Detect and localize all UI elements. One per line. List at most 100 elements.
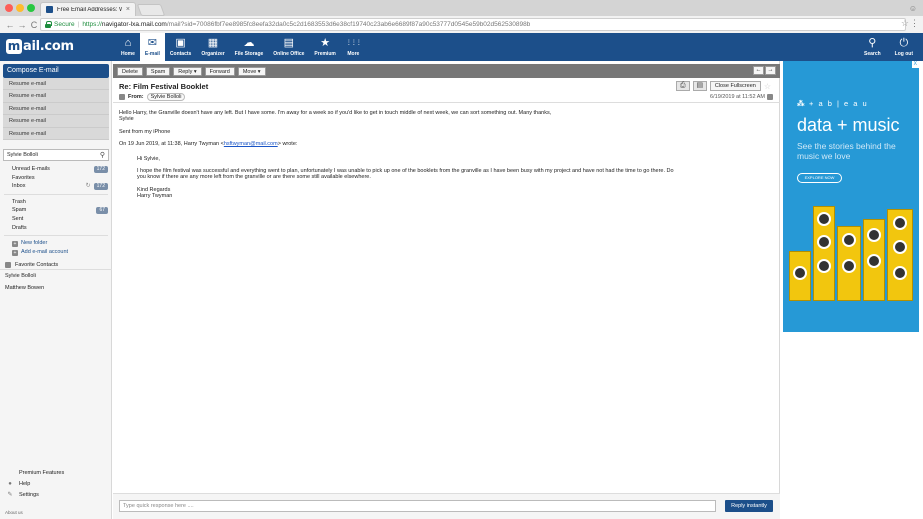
browser-toolbar: ← → C Secure | https://navigator-lxa.mai… <box>0 16 923 33</box>
ad-cta-button[interactable]: EXPLORE NOW <box>797 173 842 183</box>
favorite-contact[interactable]: Sylvie Bolloli <box>0 270 112 282</box>
mailcom-logo[interactable]: m ail.com <box>6 39 74 54</box>
add-account-label: Add e-mail account <box>21 249 69 256</box>
refresh-icon[interactable]: ↻ <box>86 182 91 191</box>
move-button[interactable]: Move ▾ <box>237 66 266 76</box>
tab-close-icon[interactable]: × <box>126 6 130 13</box>
favorite-contacts-header[interactable]: Favorite Contacts <box>0 260 112 271</box>
about-us-link[interactable]: About us <box>0 510 23 515</box>
speaker-graphic <box>789 251 811 301</box>
quick-reply-input[interactable]: Type quick response here .... <box>119 500 716 512</box>
back-arrow-icon[interactable]: ← <box>4 20 16 30</box>
window-close-button[interactable] <box>5 4 13 12</box>
folder-sent[interactable]: Sent <box>0 215 112 224</box>
nav-label: Search <box>863 51 881 57</box>
resume-email-item[interactable]: Resume e-mail <box>3 78 109 91</box>
delete-button[interactable]: Delete <box>117 66 143 76</box>
folder-divider <box>4 191 108 195</box>
spam-button[interactable]: Spam <box>145 66 171 76</box>
add-account-link[interactable]: + Add e-mail account <box>0 248 112 257</box>
browser-menu-icon[interactable]: ⋮ <box>910 18 919 29</box>
new-folder-link[interactable]: + New folder <box>0 239 112 248</box>
print-icon[interactable]: ⎙ <box>675 81 690 91</box>
help-label: Help <box>19 481 31 487</box>
reload-icon[interactable]: C <box>28 20 40 30</box>
folder-name: Inbox <box>12 183 26 190</box>
help-icon: ● <box>8 481 12 487</box>
unread-count-badge: 172 <box>93 166 108 173</box>
sender-email-link[interactable]: hsftwyman@mail.com <box>224 141 278 147</box>
folder-unread[interactable]: Unread E-mails 172 <box>0 165 112 174</box>
browser-chrome: Free Email Addresses: Web ba × ☺ ← → C S… <box>0 0 923 33</box>
contact-card-icon <box>119 94 125 100</box>
folder-spam[interactable]: Spam 67 <box>0 206 112 215</box>
compose-email-button[interactable]: Compose E-mail <box>3 64 109 78</box>
reply-button[interactable]: Reply ▾ <box>173 66 202 76</box>
search-icon: ⚲ <box>868 37 877 49</box>
inbox-count-badge: 172 <box>93 183 108 190</box>
nav-contacts[interactable]: ▣ Contacts <box>165 33 196 61</box>
folder-divider <box>4 232 108 237</box>
forward-button[interactable]: Forward <box>204 66 235 76</box>
folder-drafts[interactable]: Drafts <box>0 224 112 233</box>
speaker-cone <box>893 240 907 254</box>
advertisement[interactable]: X ⁂ + a b | e a u data + music See the st… <box>783 61 919 332</box>
ad-close-icon[interactable]: X <box>911 61 919 68</box>
window-minimize-button[interactable] <box>16 4 24 12</box>
logout-button[interactable]: ⏻ Log out <box>893 33 915 61</box>
sender-chip[interactable]: Sylvie Bolloli <box>146 93 186 101</box>
resume-email-item[interactable]: Resume e-mail <box>3 103 109 116</box>
nav-organizer[interactable]: ▦ Organizer <box>196 33 229 61</box>
bookmark-star-icon[interactable]: ☆ <box>901 18 909 29</box>
cloud-icon: ☁ <box>243 37 255 49</box>
nav-premium[interactable]: ★ Premium <box>309 33 340 61</box>
message-pager: ← → <box>753 66 776 75</box>
body-line: Hello Harry, the Granville doesn't have … <box>119 110 552 116</box>
premium-features-link[interactable]: Premium Features <box>0 468 112 479</box>
mail-search-input[interactable]: Sylvie Bolloli ⚲ <box>3 149 109 161</box>
speaker-cone <box>793 266 807 280</box>
folder-favorites[interactable]: Favorites <box>0 174 112 183</box>
next-message-icon[interactable]: → <box>765 66 776 75</box>
favorite-contact[interactable]: Matthew Bowen <box>0 282 112 294</box>
search-button[interactable]: ⚲ Search <box>862 33 883 61</box>
plus-icon: + <box>12 249 18 256</box>
url-path: /mail?sid=70086fbf7ee8985fc8eefa32da0c5c… <box>166 21 531 28</box>
profile-icon[interactable]: ☺ <box>909 4 917 13</box>
window-zoom-button[interactable] <box>27 4 35 12</box>
resume-drafts-list: Resume e-mail Resume e-mail Resume e-mai… <box>3 78 109 140</box>
folder-name: Unread E-mails <box>12 166 50 172</box>
new-tab-button[interactable] <box>136 4 166 16</box>
url-host: navigator-lxa.mail.com <box>101 21 167 28</box>
forward-arrow-icon[interactable]: → <box>16 20 28 30</box>
close-fullscreen-button[interactable]: Close Fullscreen <box>709 81 761 91</box>
nav-file-storage[interactable]: ☁ File Storage <box>230 33 269 61</box>
tableau-logo: ⁂ + a b | e a u <box>797 99 868 108</box>
save-icon[interactable]: ▤ <box>692 81 707 91</box>
resume-email-item[interactable]: Resume e-mail <box>3 90 109 103</box>
search-icon[interactable]: ⚲ <box>100 151 105 159</box>
nav-online-office[interactable]: ▤ Online Office <box>268 33 309 61</box>
address-bar[interactable]: Secure | https://navigator-lxa.mail.com/… <box>40 18 906 31</box>
nav-email[interactable]: ✉ E-mail <box>139 33 165 61</box>
folder-trash[interactable]: Trash <box>0 198 112 207</box>
nav-label: Premium <box>314 51 336 57</box>
browser-tab[interactable]: Free Email Addresses: Web ba × <box>40 2 136 16</box>
secure-label: Secure <box>54 21 75 28</box>
help-link[interactable]: ● Help <box>0 479 112 490</box>
favorite-star-icon[interactable]: ☆ <box>764 82 771 91</box>
prev-message-icon[interactable]: ← <box>753 66 764 75</box>
settings-link[interactable]: ✎ Settings <box>0 490 112 501</box>
speaker-graphic <box>863 219 885 301</box>
resume-email-item[interactable]: Resume e-mail <box>3 128 109 140</box>
folder-inbox[interactable]: Inbox ↻ 172 <box>0 182 112 191</box>
from-label: From: <box>128 94 144 100</box>
quote-greeting: Hi Sylvie, <box>137 155 160 162</box>
nav-home[interactable]: ⌂ Home <box>116 33 140 61</box>
lock-icon <box>45 21 52 28</box>
app-header: m ail.com ⌂ Home ✉ E-mail ▣ Contacts ▦ O… <box>0 33 923 61</box>
nav-more[interactable]: ⋮⋮⋮ More <box>341 33 366 61</box>
resume-email-item[interactable]: Resume e-mail <box>3 115 109 128</box>
reply-instantly-button[interactable]: Reply instantly <box>725 500 773 512</box>
details-icon[interactable] <box>767 94 773 100</box>
